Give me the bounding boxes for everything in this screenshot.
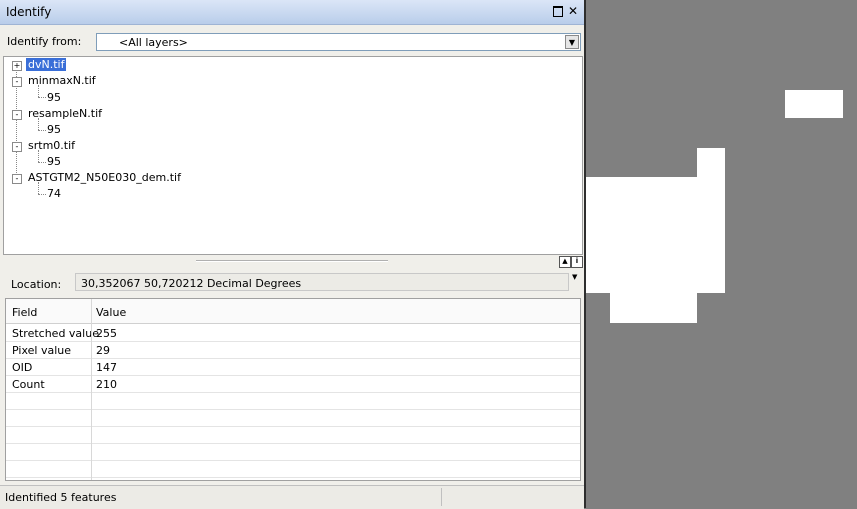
- identify-from-value: <All layers>: [119, 36, 188, 49]
- status-bar: Identified 5 features: [0, 485, 584, 509]
- tree-value[interactable]: 95: [47, 155, 61, 168]
- raster-feature: [586, 177, 725, 293]
- location-menu-icon[interactable]: ▼: [572, 273, 577, 281]
- title-bar[interactable]: Identify ✕: [0, 0, 584, 25]
- field-cell: Count: [12, 378, 45, 391]
- table-row[interactable]: Pixel value 29: [6, 341, 580, 359]
- status-text: Identified 5 features: [5, 491, 117, 504]
- field-cell: OID: [12, 361, 33, 374]
- empty-row: [6, 460, 580, 478]
- location-value: 30,352067 50,720212 Decimal Degrees: [81, 277, 302, 290]
- collapse-icon[interactable]: -: [12, 110, 22, 120]
- tree-node-astgtm2[interactable]: ASTGTM2_N50E030_dem.tif: [28, 171, 181, 184]
- identify-from-label: Identify from:: [7, 35, 82, 48]
- empty-row: [6, 426, 580, 444]
- identify-panel: Identify ✕ Identify from: <All layers> ▼…: [0, 0, 584, 509]
- identify-from-select[interactable]: <All layers> ▼: [96, 33, 581, 51]
- raster-feature: [610, 292, 697, 323]
- tree-connector: [38, 130, 46, 131]
- tree-value[interactable]: 95: [47, 91, 61, 104]
- tree-connector: [38, 97, 46, 98]
- collapse-icon[interactable]: -: [12, 174, 22, 184]
- restore-icon[interactable]: [551, 4, 565, 18]
- raster-feature: [697, 148, 725, 178]
- empty-row: [6, 392, 580, 410]
- header-value[interactable]: Value: [96, 306, 126, 319]
- table-row[interactable]: Stretched value 255: [6, 324, 580, 342]
- value-cell: 147: [96, 361, 117, 374]
- window-title: Identify: [6, 5, 52, 19]
- pane-splitter[interactable]: [0, 255, 584, 267]
- header-field[interactable]: Field: [12, 306, 37, 319]
- collapse-icon[interactable]: -: [12, 142, 22, 152]
- tree-node-dvn[interactable]: dvN.tif: [26, 58, 67, 71]
- empty-row: [6, 443, 580, 461]
- info-icon[interactable]: i: [571, 256, 583, 268]
- tree-node-srtm0[interactable]: srtm0.tif: [28, 139, 75, 152]
- value-cell: 255: [96, 327, 117, 340]
- tree-value[interactable]: 74: [47, 187, 61, 200]
- tree-connector: [38, 162, 46, 163]
- chevron-down-icon[interactable]: ▼: [565, 35, 579, 49]
- tree-node-minmaxn[interactable]: minmaxN.tif: [28, 74, 96, 87]
- table-row[interactable]: OID 147: [6, 358, 580, 376]
- field-cell: Pixel value: [12, 344, 71, 357]
- results-tree: + dvN.tif - minmaxN.tif 95 - resampleN.t…: [3, 56, 583, 255]
- column-separator[interactable]: [91, 299, 92, 480]
- attribute-table: Field Value Stretched value 255 Pixel va…: [5, 298, 581, 481]
- location-label: Location:: [11, 278, 62, 291]
- tree-connector: [38, 194, 46, 195]
- field-cell: Stretched value: [12, 327, 99, 340]
- splitter-grip: [196, 260, 388, 262]
- tree-node-resamplen[interactable]: resampleN.tif: [28, 107, 102, 120]
- value-cell: 210: [96, 378, 117, 391]
- close-icon[interactable]: ✕: [566, 4, 580, 18]
- value-cell: 29: [96, 344, 110, 357]
- location-field: 30,352067 50,720212 Decimal Degrees: [75, 273, 569, 291]
- tree-value[interactable]: 95: [47, 123, 61, 136]
- table-row[interactable]: Count 210: [6, 375, 580, 393]
- collapse-up-icon[interactable]: ▲: [559, 256, 571, 268]
- raster-feature: [785, 90, 843, 118]
- status-separator: [441, 488, 442, 506]
- collapse-icon[interactable]: -: [12, 77, 22, 87]
- table-header: Field Value: [6, 299, 580, 324]
- empty-row: [6, 409, 580, 427]
- expand-icon[interactable]: +: [12, 61, 22, 71]
